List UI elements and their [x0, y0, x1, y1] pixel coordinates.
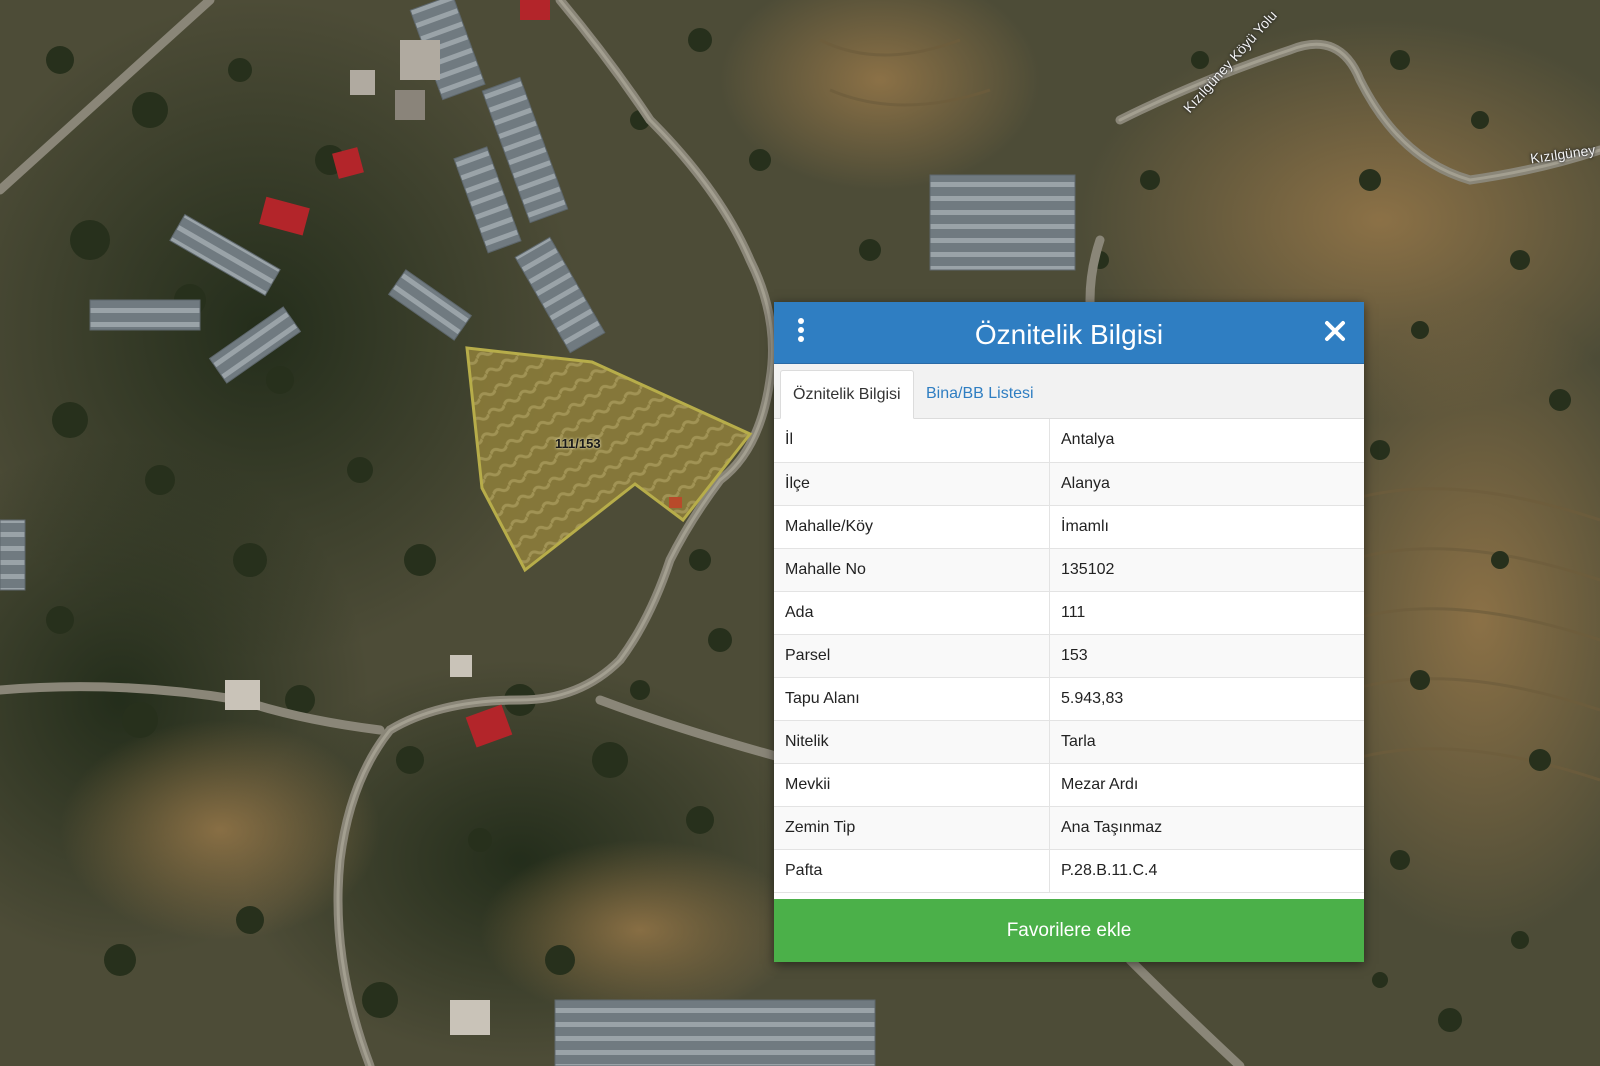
tab-attribute-info[interactable]: Öznitelik Bilgisi: [780, 370, 914, 419]
row-value: Mezar Ardı: [1061, 775, 1139, 793]
table-row: İl Antalya: [774, 419, 1364, 462]
row-value: İmamlı: [1061, 517, 1109, 535]
row-key: Mevkii: [774, 763, 1050, 806]
close-icon[interactable]: [1324, 320, 1346, 342]
table-row: Pafta P.28.B.11.C.4: [774, 849, 1364, 892]
table-row: Parsel 153: [774, 634, 1364, 677]
table-row: Nitelik Tarla: [774, 720, 1364, 763]
tab-bar: Öznitelik Bilgisi Bina/BB Listesi: [774, 364, 1364, 419]
attribute-table: İl Antalya İlçe Alanya Mahalle/Köy İmaml…: [774, 419, 1364, 893]
table-row: Mevkii Mezar Ardı: [774, 763, 1364, 806]
parcel-number-label: 111/153: [555, 436, 601, 451]
row-value: Tarla: [1061, 732, 1096, 750]
panel-header: Öznitelik Bilgisi: [774, 302, 1364, 364]
table-row: İlçe Alanya: [774, 462, 1364, 505]
row-value: Antalya: [1061, 431, 1115, 449]
row-value: Ana Taşınmaz: [1061, 818, 1163, 836]
panel-title: Öznitelik Bilgisi: [974, 319, 1164, 350]
row-key: İlçe: [774, 462, 1050, 505]
row-value: Alanya: [1061, 474, 1110, 492]
table-row: Mahalle No 135102: [774, 548, 1364, 591]
row-value: 153: [1061, 646, 1088, 664]
attribute-info-panel: Öznitelik Bilgisi Öznitelik Bilgisi Bina…: [774, 302, 1364, 962]
row-value: 135102: [1061, 560, 1115, 578]
row-key: Zemin Tip: [774, 806, 1050, 849]
row-value: P.28.B.11.C.4: [1061, 861, 1158, 879]
row-value: 111: [1061, 603, 1086, 621]
table-row: Tapu Alanı 5.943,83: [774, 677, 1364, 720]
row-key: Pafta: [774, 849, 1050, 892]
table-row: Mahalle/Köy İmamlı: [774, 505, 1364, 548]
add-to-favorites-button[interactable]: Favorilere ekle: [774, 899, 1364, 962]
row-key: Parsel: [774, 634, 1050, 677]
row-value: 5.943,83: [1061, 689, 1124, 707]
table-row: Zemin Tip Ana Taşınmaz: [774, 806, 1364, 849]
row-key: İl: [774, 419, 1050, 462]
row-key: Tapu Alanı: [774, 677, 1050, 720]
row-key: Mahalle No: [774, 548, 1050, 591]
tab-building-list[interactable]: Bina/BB Listesi: [914, 370, 1046, 418]
table-row: Ada 111: [774, 591, 1364, 634]
row-key: Nitelik: [774, 720, 1050, 763]
row-key: Ada: [774, 591, 1050, 634]
row-key: Mahalle/Köy: [774, 505, 1050, 548]
